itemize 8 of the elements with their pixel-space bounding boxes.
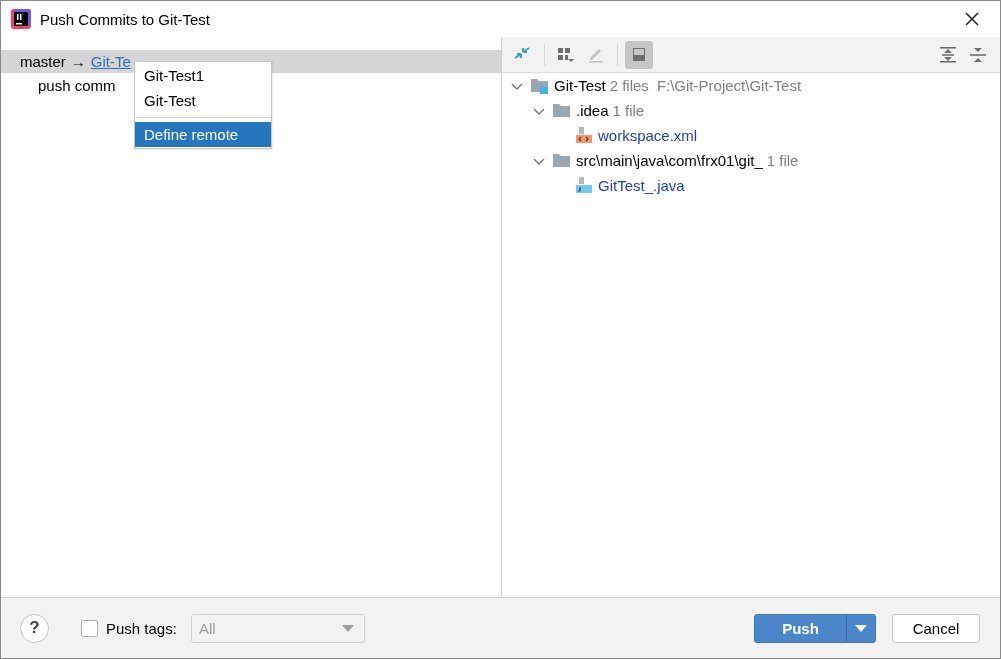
local-branch: master (20, 53, 66, 70)
push-tags-label: Push tags: (106, 619, 177, 637)
file-count: 2 files (609, 77, 649, 94)
file-count: 1 file (766, 152, 799, 169)
arrow-glyph: → (70, 53, 86, 70)
folder-path: F:\Git-Project\Git-Test (656, 77, 802, 94)
file-count: 1 file (612, 102, 645, 119)
window-title: Push Commits to Git-Test (40, 10, 212, 28)
